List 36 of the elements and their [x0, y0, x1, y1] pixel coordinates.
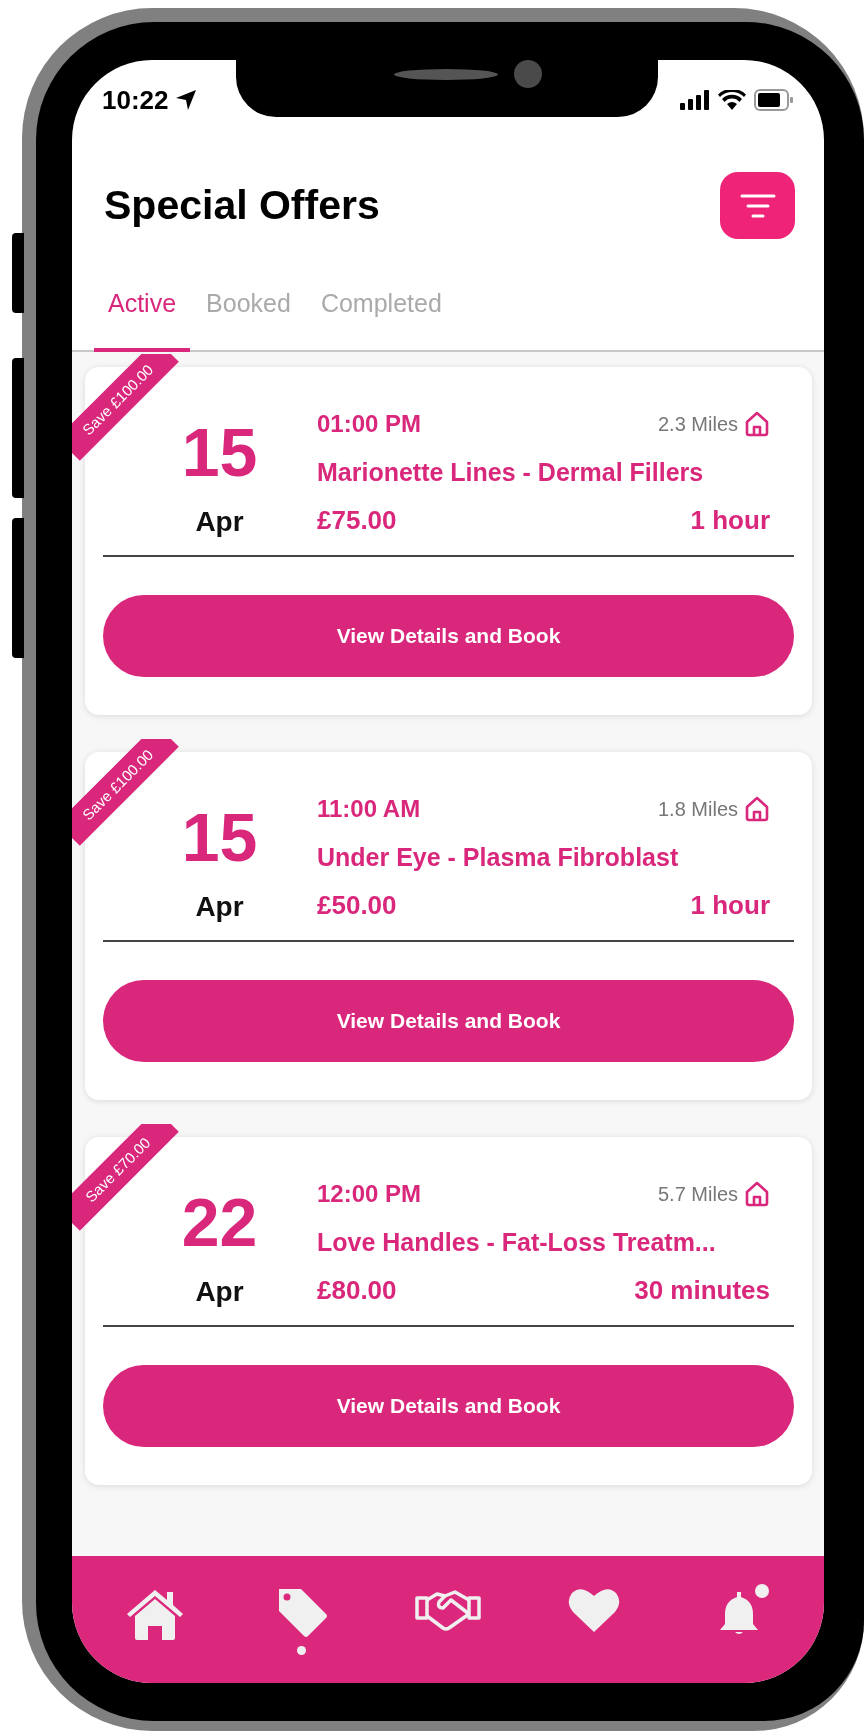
location-arrow-icon — [174, 89, 197, 111]
offer-title: Marionette Lines - Dermal Fillers — [317, 457, 704, 487]
offer-duration: 1 hour — [690, 504, 770, 536]
distance-text: 2.3 Miles — [657, 412, 738, 436]
offer-price: £75.00 — [317, 504, 397, 536]
page-title: Special Offers — [104, 182, 380, 229]
offer-price: £80.00 — [317, 1274, 397, 1306]
wifi-icon — [718, 90, 746, 110]
book-button[interactable]: View Details and Book — [103, 595, 794, 677]
offer-duration: 30 minutes — [634, 1274, 770, 1306]
offer-price: £50.00 — [317, 889, 397, 921]
home-icon — [744, 1180, 770, 1208]
home-icon — [744, 410, 770, 438]
distance-text: 5.7 Miles — [657, 1182, 738, 1206]
book-button[interactable]: View Details and Book — [103, 1365, 794, 1447]
offer-time: 11:00 AM — [317, 795, 421, 823]
offer-duration: 1 hour — [690, 889, 770, 921]
offer-time: 12:00 PM — [317, 1180, 422, 1208]
offer-title: Under Eye - Plasma Fibroblast — [317, 842, 679, 872]
signal-icon — [680, 90, 710, 110]
date-day: 22 — [181, 1189, 258, 1255]
date-day: 15 — [181, 804, 258, 870]
date-month: Apr — [195, 890, 244, 924]
offer-time: 01:00 PM — [317, 410, 422, 438]
battery-icon — [754, 89, 794, 111]
filter-button[interactable] — [720, 172, 795, 239]
date-day: 15 — [181, 419, 258, 485]
status-time: 10:22 — [102, 84, 169, 116]
book-button[interactable]: View Details and Book — [103, 980, 794, 1062]
home-icon — [744, 795, 770, 823]
front-camera — [514, 60, 542, 88]
offer-title: Love Handles - Fat-Loss Treatm... — [317, 1227, 716, 1257]
date-month: Apr — [195, 1275, 244, 1309]
distance-text: 1.8 Miles — [657, 797, 738, 821]
date-month: Apr — [195, 505, 244, 539]
heart-icon — [567, 1586, 622, 1634]
